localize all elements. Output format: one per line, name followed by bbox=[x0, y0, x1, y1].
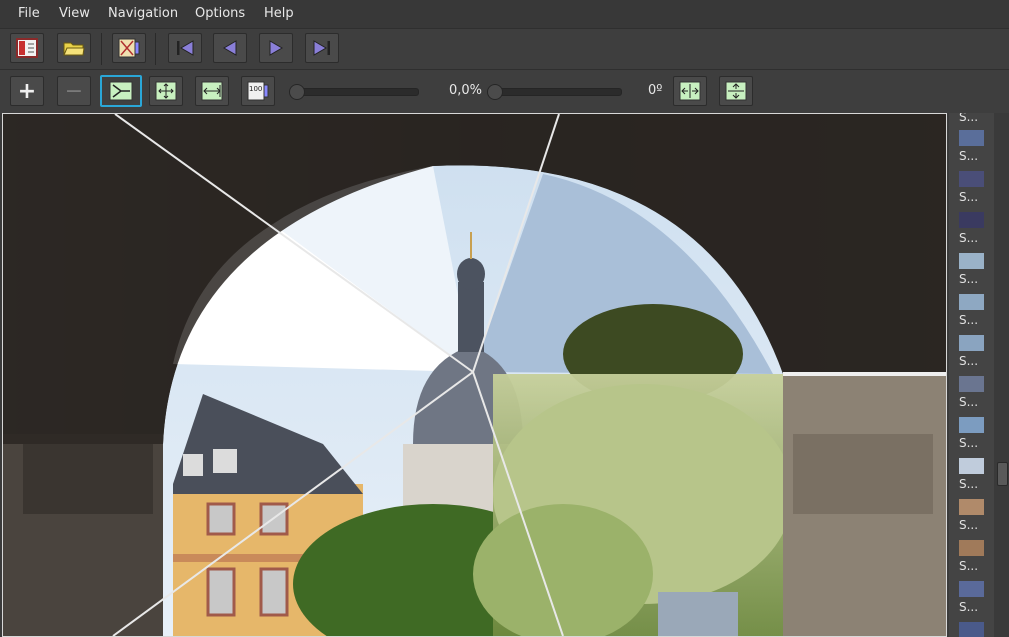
zoom-value: 0,0% bbox=[449, 83, 483, 98]
thumbnail-image[interactable] bbox=[959, 212, 984, 228]
flip-vertical-button[interactable] bbox=[719, 76, 753, 106]
fit-width-button[interactable] bbox=[195, 76, 229, 106]
flip-vertical-icon bbox=[725, 81, 747, 101]
thumbnail-image[interactable] bbox=[959, 376, 984, 392]
thumbnail-image[interactable] bbox=[959, 253, 984, 269]
fit-image-button[interactable] bbox=[112, 33, 146, 63]
arrow-right-icon bbox=[269, 40, 283, 56]
menu-view[interactable]: View bbox=[59, 0, 90, 28]
menu-navigation[interactable]: Navigation bbox=[108, 0, 178, 28]
thumbnail-label[interactable]: S... bbox=[959, 354, 978, 368]
thumbnail-label[interactable]: S... bbox=[959, 113, 978, 124]
zoom-100-text: 100 bbox=[249, 85, 262, 93]
toolbar-separator bbox=[155, 33, 156, 65]
thumbnail-image[interactable] bbox=[959, 171, 984, 187]
horizontal-arrows-icon bbox=[201, 81, 223, 101]
rotation-value: 0º bbox=[648, 83, 663, 98]
last-image-button[interactable] bbox=[305, 33, 339, 63]
thumbnail-scrollbar[interactable] bbox=[994, 113, 1009, 637]
folder-icon bbox=[63, 42, 85, 56]
main-toolbar bbox=[0, 28, 1009, 69]
fit-both-button[interactable] bbox=[149, 76, 183, 106]
thumbnail-image[interactable] bbox=[959, 294, 984, 310]
thumbnail-label[interactable]: S... bbox=[959, 231, 978, 245]
thumbnail-label[interactable]: S... bbox=[959, 190, 978, 204]
zoom-slider-track[interactable] bbox=[292, 88, 419, 96]
next-image-button[interactable] bbox=[259, 33, 293, 63]
thumbnail-label[interactable]: S... bbox=[959, 436, 978, 450]
skip-first-icon bbox=[177, 40, 194, 56]
open-folder-button[interactable] bbox=[57, 33, 91, 63]
menu-options[interactable]: Options bbox=[195, 0, 245, 28]
thumbnail-label[interactable]: S... bbox=[959, 272, 978, 286]
toggle-sidebar-button[interactable] bbox=[10, 33, 44, 63]
toolbar-separator bbox=[101, 33, 102, 65]
menu-bar: File View Navigation Options Help bbox=[0, 0, 1009, 28]
book-icon bbox=[16, 38, 38, 58]
thumbnail-image[interactable] bbox=[959, 540, 984, 556]
arrow-left-icon bbox=[223, 40, 237, 56]
rotation-slider-track[interactable] bbox=[490, 88, 622, 96]
thumbnail-label[interactable]: S... bbox=[959, 395, 978, 409]
image-viewer[interactable] bbox=[2, 113, 947, 637]
thumbnail-image[interactable] bbox=[959, 458, 984, 474]
rotation-slider-handle[interactable] bbox=[487, 84, 503, 100]
photo-canvas bbox=[3, 114, 946, 636]
fit-window-button[interactable] bbox=[100, 75, 142, 107]
menu-file[interactable]: File bbox=[18, 0, 40, 28]
thumbnail-image[interactable] bbox=[959, 335, 984, 351]
flip-horizontal-button[interactable] bbox=[673, 76, 707, 106]
expand-arrows-icon bbox=[155, 81, 177, 101]
zoom-slider-handle[interactable] bbox=[289, 84, 305, 100]
thumbnail-image[interactable] bbox=[959, 622, 984, 637]
first-image-button[interactable] bbox=[168, 33, 202, 63]
zoom-100-button[interactable]: 100 bbox=[241, 76, 275, 106]
thumbnail-label[interactable]: S... bbox=[959, 559, 978, 573]
thumbnail-image[interactable] bbox=[959, 130, 984, 146]
previous-image-button[interactable] bbox=[213, 33, 247, 63]
flip-horizontal-icon bbox=[679, 81, 701, 101]
thumbnail-image[interactable] bbox=[959, 581, 984, 597]
menu-help[interactable]: Help bbox=[264, 0, 294, 28]
thumbnail-label[interactable]: S... bbox=[959, 477, 978, 491]
scrollbar-handle[interactable] bbox=[997, 462, 1008, 486]
thumbnail-label[interactable]: S... bbox=[959, 600, 978, 614]
zoom-toolbar: + − 100 0,0% 0º bbox=[0, 69, 1009, 113]
zoom-in-button[interactable]: + bbox=[10, 76, 44, 106]
thumbnail-label[interactable]: S... bbox=[959, 313, 978, 327]
fit-window-icon bbox=[109, 81, 133, 101]
thumbnail-image[interactable] bbox=[959, 417, 984, 433]
thumbnail-label[interactable]: S... bbox=[959, 518, 978, 532]
actual-size-icon: 100 bbox=[247, 81, 269, 101]
image-fit-icon bbox=[118, 38, 140, 58]
skip-last-icon bbox=[313, 40, 330, 56]
zoom-out-button[interactable]: − bbox=[57, 76, 91, 106]
thumbnail-image[interactable] bbox=[959, 499, 984, 515]
thumbnail-label[interactable]: S... bbox=[959, 149, 978, 163]
